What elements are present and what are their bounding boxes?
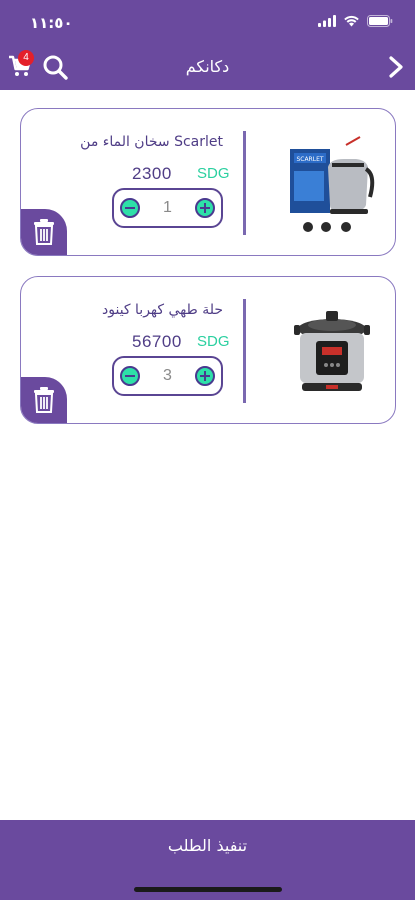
status-bar: ١١:٥٠	[0, 0, 415, 44]
product-image-kettle[interactable]: SCARLET	[286, 131, 378, 235]
signal-icon	[318, 15, 336, 27]
product-name: حلة طهي كهربا كينود	[102, 302, 223, 318]
cart-item-card: SCARLET سخان الماء من Scarlet 2300 SDG 1	[20, 108, 396, 256]
quantity-value: 1	[163, 199, 172, 216]
wifi-icon	[344, 15, 359, 27]
trash-icon	[34, 219, 54, 245]
status-icons	[318, 15, 393, 27]
svg-text:SCARLET: SCARLET	[296, 156, 323, 163]
product-price: 2300	[132, 164, 172, 183]
delete-item-button[interactable]	[21, 209, 67, 255]
card-divider	[243, 299, 246, 403]
increase-button[interactable]	[195, 366, 215, 386]
quantity-stepper: 1	[112, 188, 223, 228]
delete-item-button[interactable]	[21, 377, 67, 423]
product-image-cooker[interactable]	[286, 299, 378, 403]
page-title: دكانكم	[185, 57, 230, 76]
card-divider	[243, 131, 246, 235]
chevron-right-icon	[389, 56, 403, 78]
product-name: سخان الماء من Scarlet	[80, 134, 223, 150]
quantity-value: 3	[163, 367, 172, 384]
checkout-button[interactable]: تنفيذ الطلب	[0, 820, 415, 900]
product-price: 56700	[132, 332, 182, 351]
status-time: ١١:٥٠	[30, 14, 73, 32]
quantity-stepper: 3	[112, 356, 223, 396]
currency-label: SDG	[197, 165, 230, 182]
home-indicator	[134, 887, 282, 892]
trash-icon	[34, 387, 54, 413]
back-button[interactable]	[387, 55, 407, 79]
cart-item-card: حلة طهي كهربا كينود 56700 SDG 3	[20, 276, 396, 424]
minus-icon	[125, 207, 135, 209]
decrease-button[interactable]	[120, 198, 140, 218]
plus-icon-v	[204, 371, 206, 381]
increase-button[interactable]	[195, 198, 215, 218]
minus-icon	[125, 375, 135, 377]
plus-icon-v	[204, 203, 206, 213]
app-bar: 4 دكانكم	[0, 44, 415, 90]
decrease-button[interactable]	[120, 366, 140, 386]
checkout-label: تنفيذ الطلب	[167, 836, 248, 855]
currency-label: SDG	[197, 333, 230, 350]
battery-icon	[367, 15, 393, 27]
